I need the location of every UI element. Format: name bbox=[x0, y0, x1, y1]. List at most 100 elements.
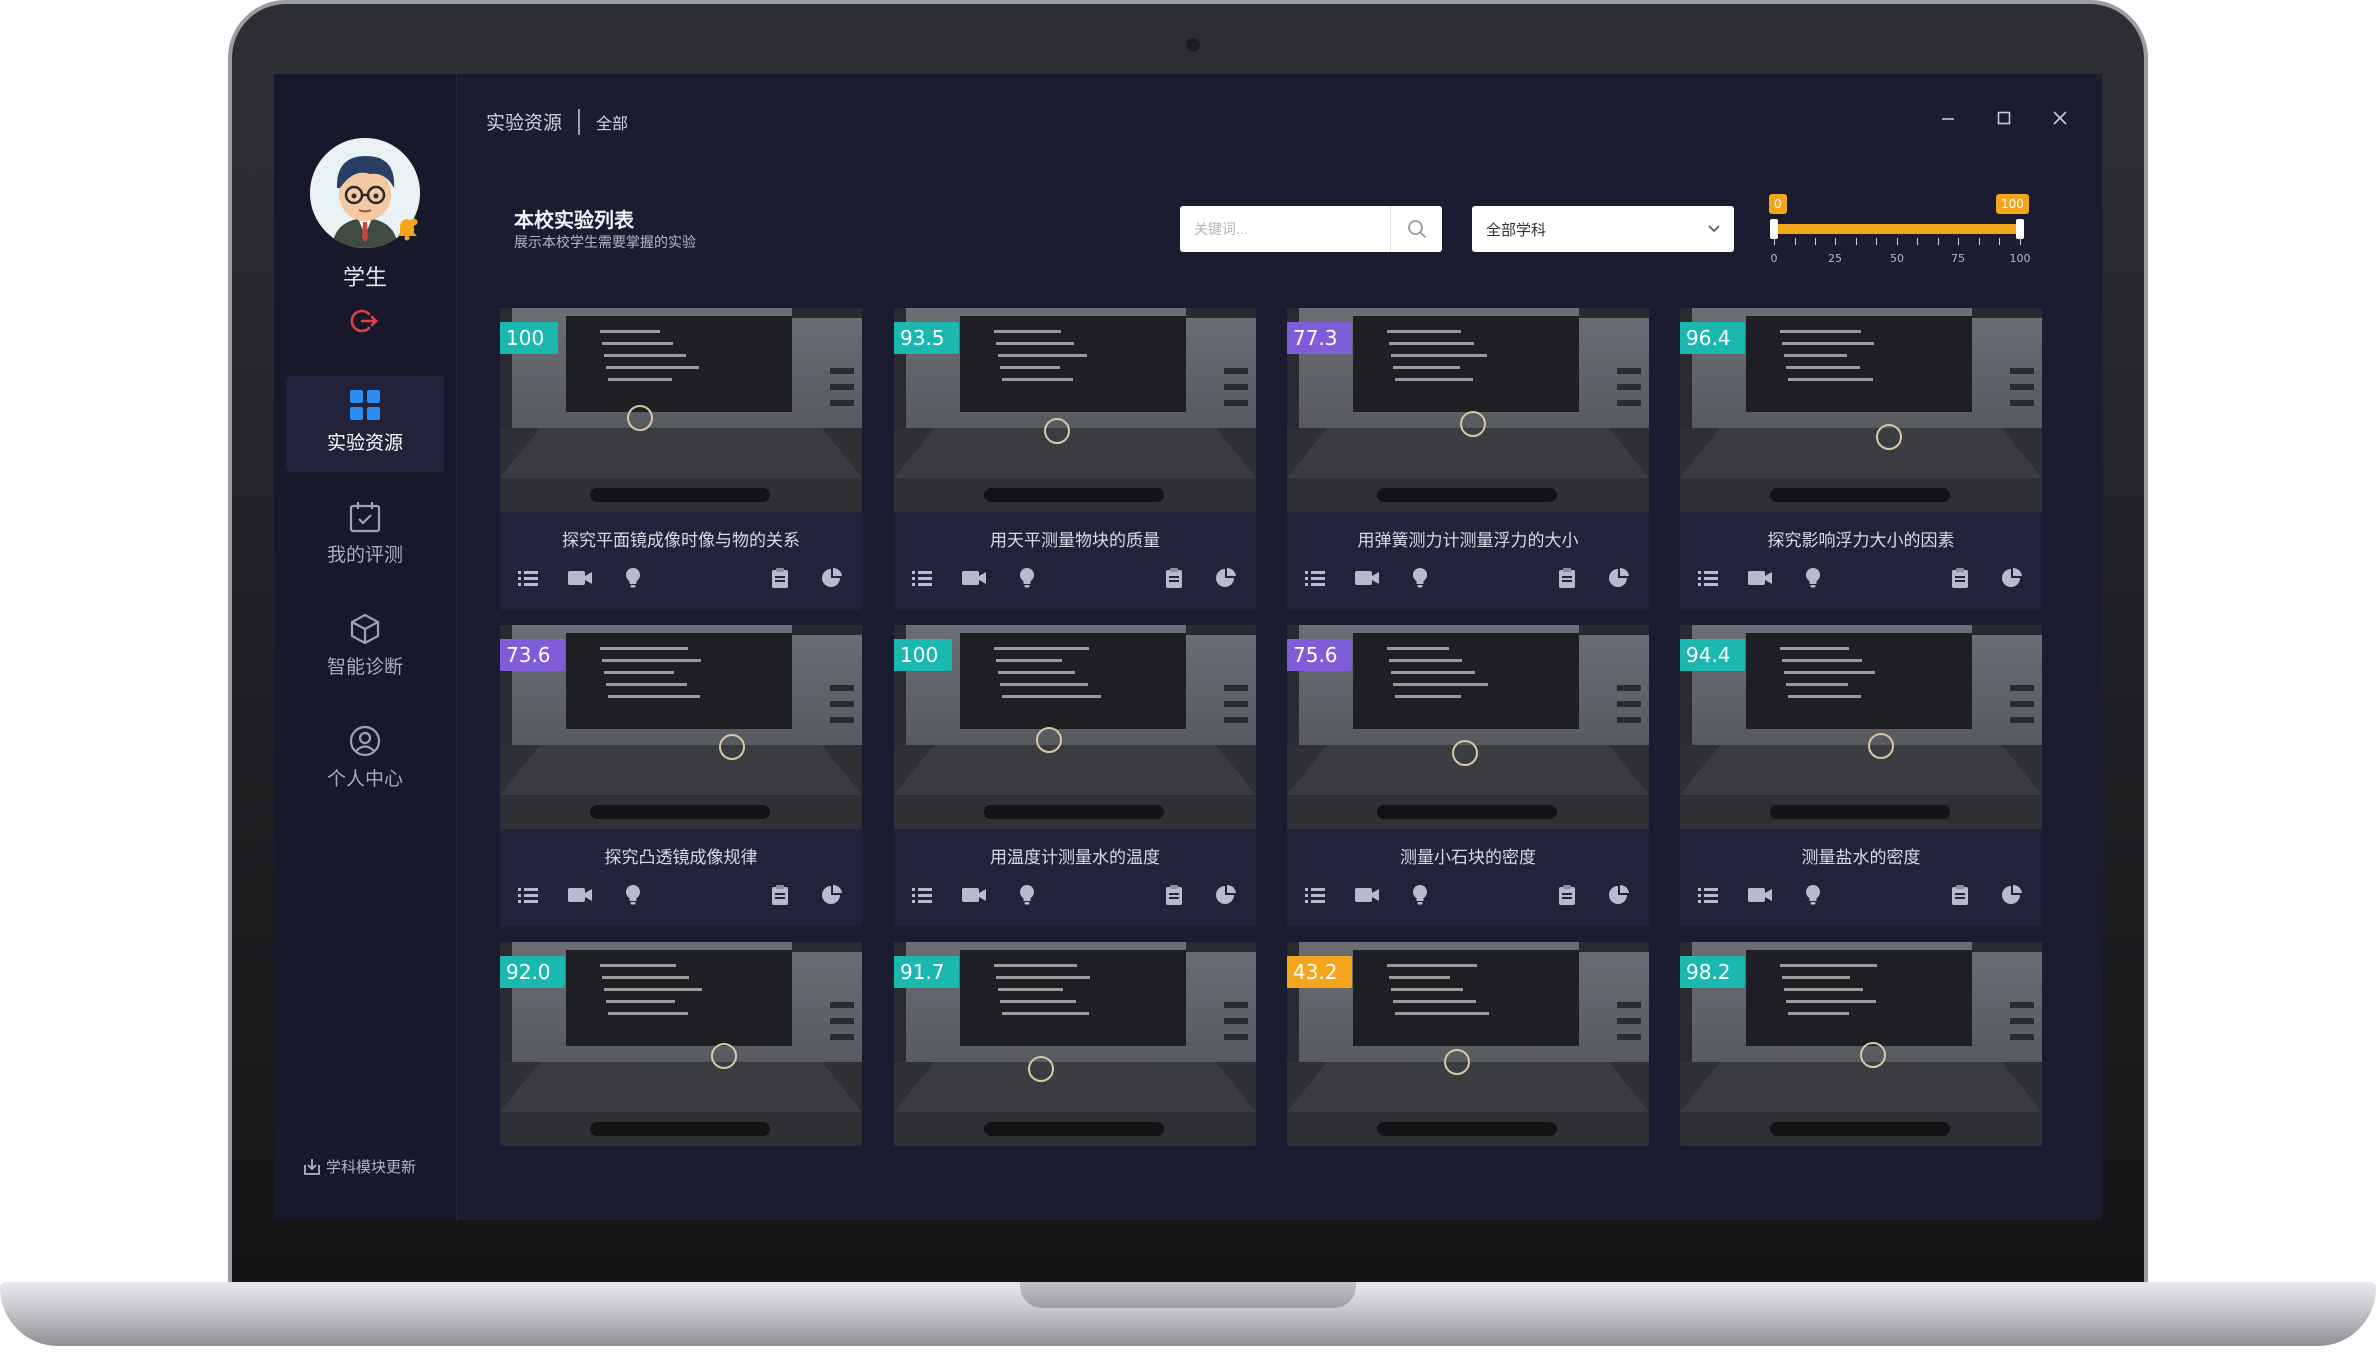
list-icon[interactable] bbox=[1695, 881, 1721, 909]
experiment-card[interactable]: 73.6 探究凸透镜成像规律 bbox=[500, 625, 862, 927]
card-actions bbox=[1287, 564, 1649, 592]
lightbulb-icon[interactable] bbox=[1407, 881, 1433, 909]
subject-module-update-link[interactable]: 学科模块更新 bbox=[302, 1156, 416, 1177]
pie-chart-icon[interactable] bbox=[1213, 881, 1239, 909]
experiment-card[interactable]: 91.7 bbox=[894, 942, 1256, 1146]
score-badge: 92.0 bbox=[500, 956, 565, 988]
video-icon[interactable] bbox=[1747, 881, 1773, 909]
list-icon[interactable] bbox=[1302, 564, 1328, 592]
page-subtitle: 展示本校学生需要掌握的实验 bbox=[514, 235, 696, 251]
experiment-card[interactable]: 100 用温度计测量水的温度 bbox=[894, 625, 1256, 927]
lightbulb-icon[interactable] bbox=[1407, 564, 1433, 592]
experiment-card[interactable]: 96.4 探究影响浮力大小的因素 bbox=[1680, 308, 2042, 610]
experiment-title[interactable]: 测量小石块的密度 bbox=[1287, 843, 1649, 868]
search-input[interactable] bbox=[1180, 206, 1386, 252]
experiment-card[interactable]: 94.4 测量盐水的密度 bbox=[1680, 625, 2042, 927]
score-badge: 91.7 bbox=[894, 956, 959, 988]
video-icon[interactable] bbox=[961, 881, 987, 909]
lightbulb-icon[interactable] bbox=[1800, 881, 1826, 909]
experiment-title[interactable]: 测量盐水的密度 bbox=[1680, 843, 2042, 868]
range-max-handle[interactable] bbox=[2016, 219, 2024, 239]
card-actions bbox=[1680, 881, 2042, 909]
subject-select-value: 全部学科 bbox=[1486, 221, 1547, 239]
lightbulb-icon[interactable] bbox=[1800, 564, 1826, 592]
experiment-card[interactable]: 77.3 用弹簧测力计测量浮力的大小 bbox=[1287, 308, 1649, 610]
lightbulb-icon[interactable] bbox=[1014, 881, 1040, 909]
experiment-card[interactable]: 43.2 bbox=[1287, 942, 1649, 1146]
clipboard-icon[interactable] bbox=[767, 881, 793, 909]
page-title: 本校实验列表 bbox=[514, 208, 634, 232]
pie-chart-icon[interactable] bbox=[819, 881, 845, 909]
lightbulb-icon[interactable] bbox=[620, 881, 646, 909]
maximize-button[interactable] bbox=[1988, 102, 2020, 134]
range-min-handle[interactable] bbox=[1770, 219, 1778, 239]
experiment-card[interactable]: 100 探究平面镜成像时像与物的关系 bbox=[500, 308, 862, 610]
card-actions bbox=[1287, 881, 1649, 909]
list-icon[interactable] bbox=[909, 881, 935, 909]
sidebar-item-label: 个人中心 bbox=[326, 768, 403, 790]
breadcrumb-main[interactable]: 实验资源 bbox=[486, 108, 562, 135]
calendar-check-icon bbox=[349, 502, 381, 533]
score-badge: 100 bbox=[894, 639, 953, 671]
clipboard-icon[interactable] bbox=[1161, 564, 1187, 592]
pie-chart-icon[interactable] bbox=[1213, 564, 1239, 592]
clipboard-icon[interactable] bbox=[767, 564, 793, 592]
experiment-card[interactable]: 93.5 用天平测量物块的质量 bbox=[894, 308, 1256, 610]
card-actions bbox=[894, 881, 1256, 909]
experiment-card[interactable]: 98.2 bbox=[1680, 942, 2042, 1146]
subject-select[interactable]: 全部学科 bbox=[1472, 206, 1734, 252]
laptop-notch bbox=[1020, 1282, 1356, 1308]
minimize-button[interactable] bbox=[1932, 102, 1964, 134]
experiment-title[interactable]: 用弹簧测力计测量浮力的大小 bbox=[1287, 526, 1649, 551]
experiment-title[interactable]: 探究凸透镜成像规律 bbox=[500, 843, 862, 868]
pie-chart-icon[interactable] bbox=[819, 564, 845, 592]
breadcrumb-sub[interactable]: 全部 bbox=[596, 110, 628, 134]
experiment-title[interactable]: 探究影响浮力大小的因素 bbox=[1680, 526, 2042, 551]
score-badge: 75.6 bbox=[1287, 639, 1352, 671]
lightbulb-icon[interactable] bbox=[620, 564, 646, 592]
user-circle-icon bbox=[349, 725, 381, 757]
close-button[interactable] bbox=[2044, 102, 2076, 134]
experiment-title[interactable]: 用温度计测量水的温度 bbox=[894, 843, 1256, 868]
list-icon[interactable] bbox=[515, 881, 541, 909]
clipboard-icon[interactable] bbox=[1947, 564, 1973, 592]
sidebar-item-my-evaluation[interactable]: 我的评测 bbox=[286, 488, 444, 584]
sidebar-item-experiment-resources[interactable]: 实验资源 bbox=[286, 376, 444, 472]
clipboard-icon[interactable] bbox=[1161, 881, 1187, 909]
clipboard-icon[interactable] bbox=[1554, 881, 1580, 909]
list-icon[interactable] bbox=[1302, 881, 1328, 909]
pie-chart-icon[interactable] bbox=[1606, 564, 1632, 592]
notification-bell-icon[interactable] bbox=[394, 216, 420, 242]
experiment-title[interactable]: 用天平测量物块的质量 bbox=[894, 526, 1256, 551]
pie-chart-icon[interactable] bbox=[1999, 564, 2025, 592]
range-ticks bbox=[1766, 238, 2028, 246]
minimize-icon bbox=[1942, 118, 1954, 120]
sidebar-item-personal-center[interactable]: 个人中心 bbox=[286, 712, 444, 808]
experiment-title[interactable]: 探究平面镜成像时像与物的关系 bbox=[500, 526, 862, 551]
search-button[interactable] bbox=[1390, 206, 1443, 252]
video-icon[interactable] bbox=[1354, 564, 1380, 592]
video-icon[interactable] bbox=[1354, 881, 1380, 909]
video-icon[interactable] bbox=[567, 564, 593, 592]
range-tick-label: 25 bbox=[1828, 252, 1842, 265]
lightbulb-icon[interactable] bbox=[1014, 564, 1040, 592]
list-icon[interactable] bbox=[515, 564, 541, 592]
video-icon[interactable] bbox=[567, 881, 593, 909]
experiment-card[interactable]: 75.6 测量小石块的密度 bbox=[1287, 625, 1649, 927]
update-label: 学科模块更新 bbox=[326, 1158, 417, 1176]
clipboard-icon[interactable] bbox=[1554, 564, 1580, 592]
pie-chart-icon[interactable] bbox=[1999, 881, 2025, 909]
list-icon[interactable] bbox=[909, 564, 935, 592]
score-badge: 77.3 bbox=[1287, 322, 1352, 354]
list-icon[interactable] bbox=[1695, 564, 1721, 592]
pie-chart-icon[interactable] bbox=[1606, 881, 1632, 909]
sidebar-item-smart-diagnosis[interactable]: 智能诊断 bbox=[286, 600, 444, 696]
clipboard-icon[interactable] bbox=[1947, 881, 1973, 909]
video-icon[interactable] bbox=[1747, 564, 1773, 592]
card-actions bbox=[500, 564, 862, 592]
video-icon[interactable] bbox=[961, 564, 987, 592]
experiment-card[interactable]: 92.0 bbox=[500, 942, 862, 1146]
range-max-bubble: 100 bbox=[1996, 194, 2029, 214]
score-badge: 96.4 bbox=[1680, 322, 1745, 354]
logout-icon[interactable] bbox=[350, 306, 380, 336]
